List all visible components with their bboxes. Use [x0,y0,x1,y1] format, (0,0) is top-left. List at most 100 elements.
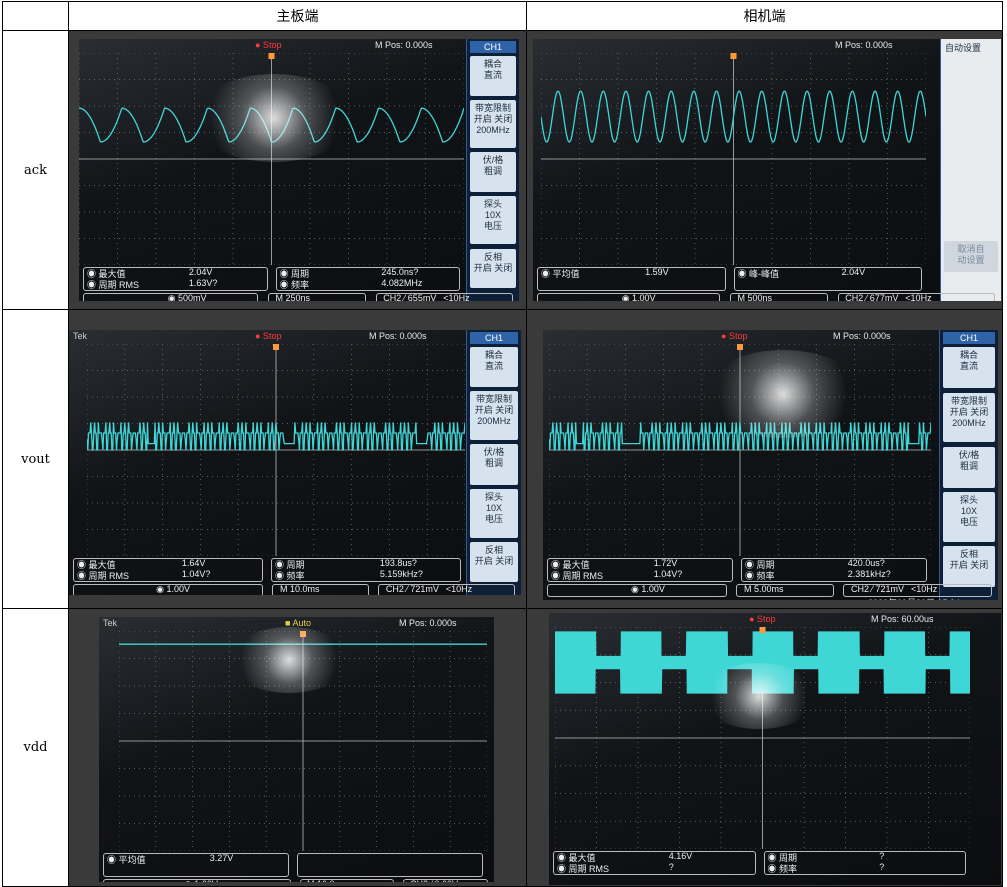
horizontal-position: M Pos: 0.000s [835,40,893,50]
timebase: M 10.0ms [280,584,320,594]
horizontal-position: M Pos: 0.000s [375,40,433,50]
invert-button[interactable]: 反相 开启 关闭 [943,546,995,588]
status-bar-top: Tek ● Stop M Pos: 0.000s [70,330,522,344]
oscilloscope-screen: M Pos: 0.000s 自动设置 取消自 动设置 ◉ 平均值 1.59V ◉ 峰-峰值… [533,39,1001,301]
measurement-2-name: ◉ 周期 RMS [557,864,610,874]
measurement-2-name: ◉ 周期 RMS [77,571,130,581]
measurement-panel: ◉ 最大值 2.04V ◉ 周期 RMS 1.63V? ◉ 周期 245.0ns? ◉ 频率… [83,267,468,293]
row-label-ack: ack [2,30,69,310]
trigger-level: CH2 ⁄ 0.00V [410,879,458,882]
autoset-side-menu: 自动设置 取消自 动设置 [940,39,1001,301]
column-header-main-board: 主板端 [68,1,527,31]
menu-channel-title: CH1 [943,332,995,344]
oscilloscope-screen: Tek■ AutoM Pos: 0.000s◉ 平均值3.27V◉ 1.00VM… [99,617,494,882]
trigger-frequency: <10Hz [445,584,473,594]
brand-label: Tek [103,618,118,628]
light-reflection [194,74,354,162]
measurement-1-value: 4.16V [668,851,693,861]
status-bar-top: ● Stop M Pos: 0.000s [79,39,519,53]
channel-side-menu: CH1 耦合 直流 带宽限制 开启 关闭 200MHz 伏/格 粗调 探头 10X 电压… [466,330,521,595]
acquisition-status: ● Stop [721,331,748,341]
trigger-position-marker [268,53,275,59]
horizontal-position: M Pos: 0.000s [833,331,891,341]
trigger-level: CH2 ⁄ 655mV [383,293,437,301]
photo-vout-main: Tek ● Stop M Pos: 0.000s CH1 耦合 直流 带宽限制 开启 关闭… [68,309,527,609]
trigger-position-marker [737,344,743,350]
channel-scale: ◉ 1.00V [156,584,191,594]
measurement-4-value: ? [879,862,885,872]
invert-button[interactable]: 反相 开启 关闭 [470,542,518,583]
horizontal-position: M Pos: 0.000s [369,331,427,341]
trigger-position-marker [730,53,737,59]
row-label-vdd: vdd [2,608,69,887]
acquisition-status: ● Stop [749,614,776,624]
coupling-button[interactable]: 耦合 直流 [470,346,518,388]
measurement-box-right [297,853,483,877]
status-bar-top: ● Stop M Pos: 60.00us [549,613,1001,627]
measurement-2-value: ? [668,862,674,872]
measurement-1-name: ◉ 平均值 [107,855,146,865]
coupling-button[interactable]: 耦合 直流 [470,55,516,96]
oscilloscope-screen: ● Stop M Pos: 0.000s CH1 耦合 直流 带宽限制 开启 关闭 20… [79,39,519,301]
measurement-1-value: 1.64V [181,558,206,568]
menu-channel-title: CH1 [470,41,516,53]
measurement-1-value: 3.27V [209,853,234,863]
photo-vdd-camera: ● Stop M Pos: 60.00us ◉ 最大值 4.16V ◉ 周期 RMS? ◉… [526,608,1003,887]
trigger-position-marker [273,344,279,350]
measurement-2-name: ◉ 周期 RMS [551,571,604,581]
measurement-4-value: 4.082MHz [381,278,423,288]
bandwidth-limit-button[interactable]: 带宽限制 开启 关闭 200MHz [943,392,995,443]
horizontal-position: M Pos: 60.00us [871,614,934,624]
oscilloscope-screen: ● Stop M Pos: 0.000s CH1 耦合 直流 带宽限制 开启 关闭 20… [543,330,998,600]
measurement-2-name: ◉ 周期 RMS [87,280,140,290]
bandwidth-limit-button[interactable]: 带宽限制 开启 关闭 200MHz [470,391,518,441]
light-reflection [699,663,819,729]
volts-per-div-button[interactable]: 伏/格 粗调 [943,446,995,488]
photo-vdd-main: Tek■ AutoM Pos: 0.000s◉ 平均值3.27V◉ 1.00VM… [68,608,527,887]
light-reflection [229,627,349,693]
invert-button[interactable]: 反相 开启 关闭 [470,248,516,289]
photo-ack-main: ● Stop M Pos: 0.000s CH1 耦合 直流 带宽限制 开启 关闭 20… [68,30,527,310]
trigger-level: CH2 ⁄ 721mV [850,584,904,594]
probe-button[interactable]: 探头 10X 电压 [470,196,516,245]
probe-button[interactable]: 探头 10X 电压 [943,492,995,542]
channel-side-menu: CH1 耦合 直流 带宽限制 开启 关闭 200MHz 伏/格 粗调 探头 10X 电压… [466,39,519,301]
menu-channel-title: CH1 [470,332,518,344]
measurement-4-name: ◉ 频率 [745,571,775,581]
light-reflection [703,350,863,438]
oscilloscope-screen: ● Stop M Pos: 60.00us ◉ 最大值 4.16V ◉ 周期 RMS? ◉… [549,613,1001,885]
column-header-camera: 相机端 [526,1,1003,31]
cancel-autoset-button[interactable]: 取消自 动设置 [944,241,998,272]
volts-per-div-button[interactable]: 伏/格 粗调 [470,444,518,485]
trigger-frequency: <10Hz [910,584,938,594]
status-bar-bottom: ◉ 1.00V M 10.0ms CH2 ⁄ 721mV <10Hz [73,584,517,595]
probe-button[interactable]: 探头 10X 电压 [470,489,518,538]
measurement-1-value: 2.04V [188,267,213,277]
photo-vout-camera: ● Stop M Pos: 0.000s CH1 耦合 直流 带宽限制 开启 关闭 20… [526,309,1003,609]
brand-label: Tek [73,331,88,341]
channel-scale: ◉ 1.00V [621,293,656,301]
photo-ack-camera: M Pos: 0.000s 自动设置 取消自 动设置 ◉ 平均值 1.59V ◉ 峰-峰值… [526,30,1003,310]
measurement-1-value: 1.59V [645,267,669,277]
measurement-3-value: 245.0ns? [381,267,419,277]
measurement-panel: ◉ 最大值 1.64V ◉ 周期 RMS 1.04V? ◉ 周期 193.8us? ◉ 频率… [73,558,469,584]
status-bar-top: M Pos: 0.000s [533,39,1001,53]
channel-scale: ◉ 1.00V [184,879,218,882]
bandwidth-limit-button[interactable]: 带宽限制 开启 关闭 200MHz [470,99,516,148]
trigger-level: CH2 ⁄ 677mV [845,293,899,301]
measurement-2-value: 1.04V? [181,569,211,579]
volts-per-div-button[interactable]: 伏/格 粗调 [470,152,516,192]
timestamp: 2022年09月30日 15:04 [868,596,960,600]
status-bar-bottom: ◉ 1.00V M 500ns CH2 ⁄ 677mV <10Hz [537,293,997,301]
measurement-4-value: 2.381kHz? [847,569,891,579]
measurement-2-value: 1.04V? [653,569,683,579]
measurement-panel: ◉ 平均值 1.59V ◉ 峰-峰值 2.04V [537,267,930,293]
measurement-3-name: ◉ 峰-峰值 [737,269,780,279]
measurement-panel: ◉ 最大值 1.72V ◉ 周期 RMS 1.04V? ◉ 周期 420.0us? ◉ 频率… [547,558,935,584]
channel-side-menu: CH1 耦合 直流 带宽限制 开启 关闭 200MHz 伏/格 粗调 探头 10X 电压… [939,330,998,600]
scope-comparison-table: 主板端 相机端 ack ● Stop M Pos: 0.000s CH1 耦合 直流带… [2,1,1003,887]
coupling-button[interactable]: 耦合 直流 [943,347,995,389]
measurement-3-value: ? [879,851,885,861]
measurement-4-value: 5.159kHz? [379,569,423,579]
measurement-2-value: 1.63V? [188,278,218,288]
